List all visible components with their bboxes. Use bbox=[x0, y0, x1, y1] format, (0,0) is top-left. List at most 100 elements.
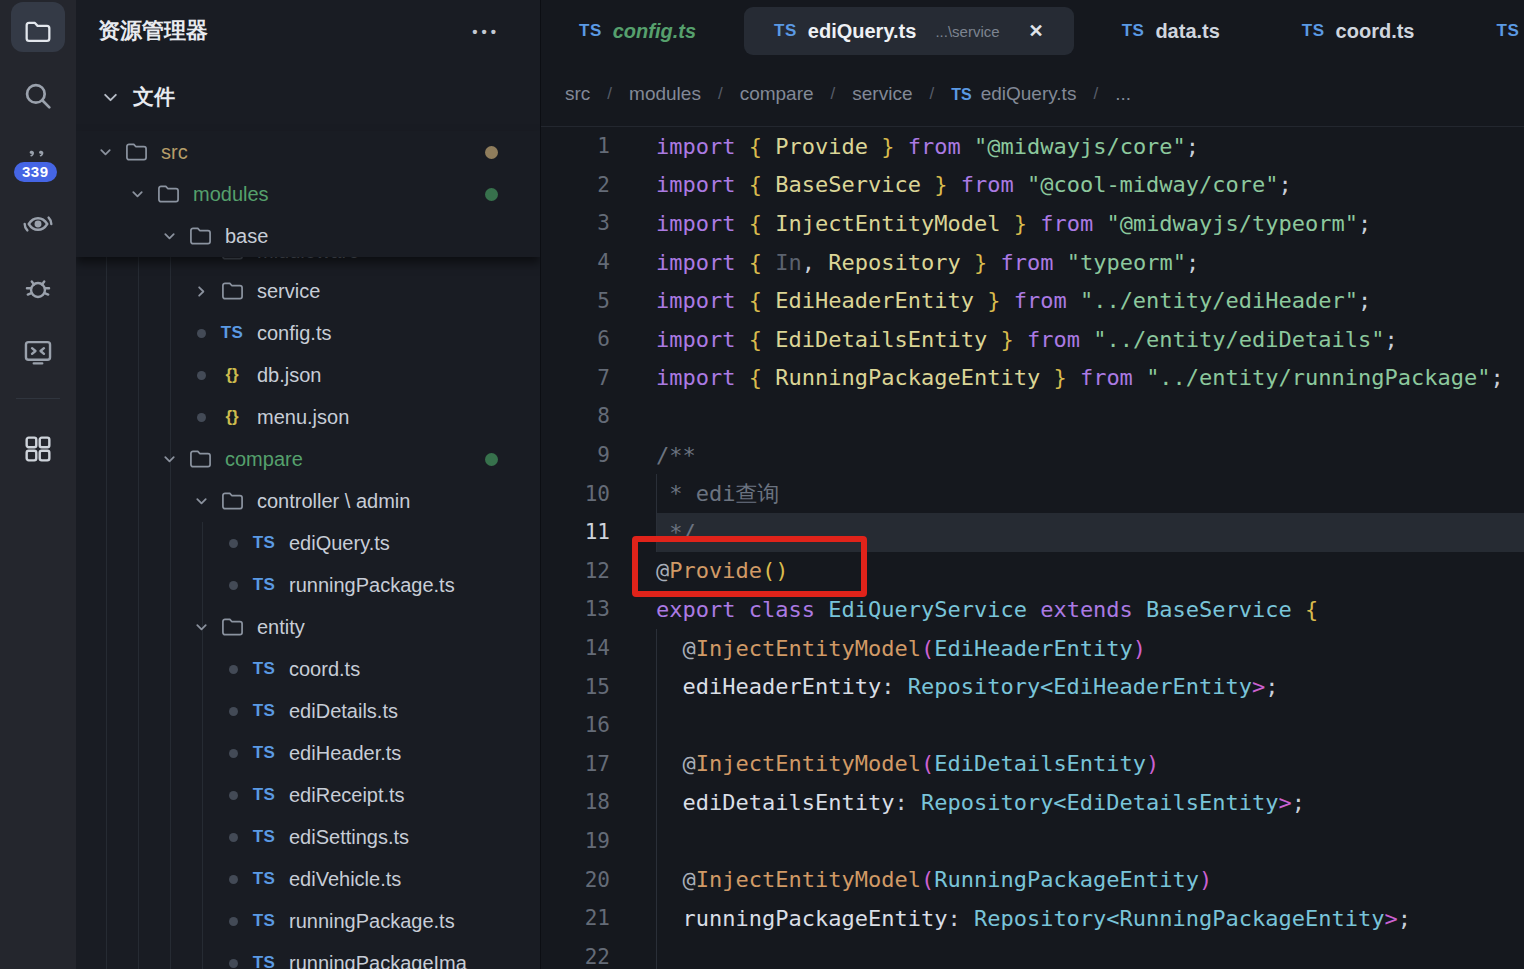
line-number: 22 bbox=[541, 945, 610, 969]
breadcrumb-item-service[interactable]: service bbox=[852, 83, 912, 105]
line-number: 6 bbox=[541, 327, 610, 351]
tree-item-label: menu.json bbox=[257, 406, 349, 429]
line-number: 4 bbox=[541, 250, 610, 274]
typescript-file-icon: TS bbox=[246, 701, 282, 721]
tab-ediQuery.ts[interactable]: TSediQuery.ts...\service✕ bbox=[744, 7, 1074, 55]
code-line-18: 18 ediDetailsEntity: Repository<EdiDetai… bbox=[541, 783, 1524, 822]
code-line-content: import { BaseService } from "@cool-midwa… bbox=[656, 166, 1524, 205]
red-annotation-box bbox=[632, 536, 867, 597]
watch-eye-icon[interactable] bbox=[0, 192, 76, 256]
tree-item-label: coord.ts bbox=[289, 658, 360, 681]
tree-hidden-row: middleware bbox=[76, 257, 540, 270]
code-line-8: 8 bbox=[541, 397, 1524, 436]
tree-folder-controller-admin[interactable]: controller \ admin bbox=[76, 480, 540, 522]
files-section-label: 文件 bbox=[133, 83, 175, 111]
tree-folder-entity[interactable]: entity bbox=[76, 606, 540, 648]
tab-description: ...\service bbox=[935, 23, 999, 40]
code-line-content bbox=[656, 397, 1524, 436]
close-icon[interactable]: ✕ bbox=[1029, 20, 1044, 42]
breadcrumb-item-ediQuery.ts[interactable]: TSediQuery.ts bbox=[951, 83, 1076, 105]
breadcrumb-item-compare[interactable]: compare bbox=[740, 83, 814, 105]
tree-item-label: ediReceipt.ts bbox=[289, 784, 405, 807]
tree-folder-base[interactable]: base bbox=[76, 215, 540, 257]
code-line-6: 6 import { EdiDetailsEntity } from "../en… bbox=[541, 320, 1524, 359]
file-dot-icon bbox=[220, 875, 246, 884]
explorer-icon[interactable] bbox=[0, 0, 76, 64]
line-number: 9 bbox=[541, 443, 610, 467]
tree-file-menu.json[interactable]: {}menu.json bbox=[76, 396, 540, 438]
tree-rows: serviceTSconfig.ts{}db.json{}menu.jsonco… bbox=[76, 270, 540, 969]
activity-bar-divider bbox=[16, 398, 60, 399]
line-number: 12 bbox=[541, 559, 610, 583]
tree-file-runningPackage.ts[interactable]: TSrunningPackage.ts bbox=[76, 900, 540, 942]
tree-item-label: config.ts bbox=[257, 322, 331, 345]
tab-label: ediQuery.ts bbox=[808, 20, 917, 43]
tree-folder-src[interactable]: src bbox=[76, 131, 540, 173]
breadcrumb: src/modules/compare/service/TSediQuery.t… bbox=[541, 62, 1524, 127]
line-number: 3 bbox=[541, 211, 610, 235]
tab-config.ts[interactable]: TSconfig.ts bbox=[541, 0, 734, 62]
debug-icon[interactable] bbox=[0, 256, 76, 320]
typescript-file-icon: TS bbox=[214, 323, 250, 343]
tree-file-coord.ts[interactable]: TS coord.ts bbox=[76, 648, 540, 690]
line-number: 16 bbox=[541, 713, 610, 737]
tree-file-ediVehicle.ts[interactable]: TSediVehicle.ts bbox=[76, 858, 540, 900]
tree-file-ediDetails.ts[interactable]: TSediDetails.ts bbox=[76, 690, 540, 732]
git-status-dot bbox=[485, 453, 498, 466]
tree-folder-service[interactable]: service bbox=[76, 270, 540, 312]
code-line-10: 10 * edi查询 bbox=[541, 474, 1524, 513]
folder-icon bbox=[182, 226, 218, 246]
tree-item-label: entity bbox=[257, 616, 305, 639]
code-line-2: 2import { BaseService } from "@cool-midw… bbox=[541, 166, 1524, 205]
typescript-file-icon: TS bbox=[246, 827, 282, 847]
code-line-16: 16 bbox=[541, 706, 1524, 745]
files-section-header[interactable]: 文件 bbox=[76, 76, 540, 118]
code-line-3: 3import { InjectEntityModel } from "@mid… bbox=[541, 204, 1524, 243]
tab-coord.ts[interactable]: TScoord.ts bbox=[1264, 0, 1453, 62]
tree-file-ediSettings.ts[interactable]: TSediSettings.ts bbox=[76, 816, 540, 858]
tab-partial[interactable]: TS bbox=[1459, 0, 1524, 62]
tree-file-ediHeader.ts[interactable]: TSediHeader.ts bbox=[76, 732, 540, 774]
breadcrumb-item-src[interactable]: src bbox=[565, 83, 590, 105]
code-line-content: /** bbox=[656, 436, 1524, 475]
chevron-down-icon bbox=[156, 452, 182, 467]
tree-folder-modules[interactable]: modules bbox=[76, 173, 540, 215]
code-line-9: 9 /** bbox=[541, 436, 1524, 475]
line-number: 11 bbox=[541, 520, 610, 544]
search-icon[interactable] bbox=[0, 64, 76, 128]
line-number: 18 bbox=[541, 790, 610, 814]
breadcrumb-item-modules[interactable]: modules bbox=[629, 83, 701, 105]
tree-item-label: base bbox=[225, 225, 268, 248]
chevron-right-icon bbox=[188, 257, 214, 259]
tree-folder-compare[interactable]: compare bbox=[76, 438, 540, 480]
tree-item-label: db.json bbox=[257, 364, 322, 387]
git-status-dot bbox=[485, 146, 498, 159]
extensions-icon[interactable] bbox=[0, 417, 76, 481]
code-editor[interactable]: 1import { Provide } from "@midwayjs/core… bbox=[541, 127, 1524, 969]
line-number: 13 bbox=[541, 597, 610, 621]
tab-label: data.ts bbox=[1155, 20, 1219, 43]
line-number: 7 bbox=[541, 366, 610, 390]
code-line-content: import { EdiDetailsEntity } from "../ent… bbox=[656, 320, 1524, 359]
tree-file-config.ts[interactable]: TS config.ts bbox=[76, 312, 540, 354]
tree-folder-middleware[interactable]: middleware bbox=[76, 257, 540, 270]
tree-file-runningPackageIma[interactable]: TSrunningPackageIma bbox=[76, 942, 540, 969]
typescript-file-icon: TS bbox=[579, 21, 602, 41]
activity-bar: 339 bbox=[0, 0, 76, 969]
tree-file-ediQuery.ts[interactable]: TSediQuery.ts bbox=[76, 522, 540, 564]
code-line-22: 22 bbox=[541, 937, 1524, 969]
tab-data.ts[interactable]: TSdata.ts bbox=[1084, 0, 1258, 62]
remote-terminal-icon[interactable] bbox=[0, 320, 76, 384]
tree-file-db.json[interactable]: {}db.json bbox=[76, 354, 540, 396]
tree-file-runningPackage.ts[interactable]: TSrunningPackage.ts bbox=[76, 564, 540, 606]
source-control-icon[interactable]: 339 bbox=[0, 128, 76, 192]
folder-icon bbox=[214, 617, 250, 637]
typescript-file-icon: TS bbox=[1497, 21, 1520, 41]
breadcrumb-item-...[interactable]: ... bbox=[1115, 83, 1131, 105]
code-line-content: runningPackageEntity: Repository<Running… bbox=[656, 899, 1524, 938]
tree-file-ediReceipt.ts[interactable]: TSediReceipt.ts bbox=[76, 774, 540, 816]
chevron-down-icon bbox=[156, 229, 182, 244]
folder-icon bbox=[214, 281, 250, 301]
sidebar-more-actions-icon[interactable]: ••• bbox=[472, 23, 500, 40]
typescript-file-icon: TS bbox=[246, 659, 282, 679]
